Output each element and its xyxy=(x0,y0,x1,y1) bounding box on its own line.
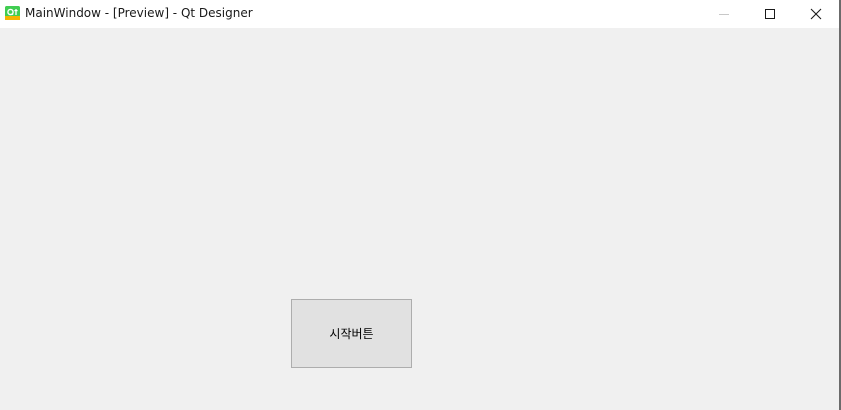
minimize-button[interactable] xyxy=(701,0,747,28)
close-button[interactable] xyxy=(793,0,839,28)
close-icon xyxy=(810,8,822,20)
main-window: MainWindow - [Preview] - Qt Designer 시작버… xyxy=(0,0,841,410)
start-button[interactable]: 시작버튼 xyxy=(291,299,412,368)
window-title: MainWindow - [Preview] - Qt Designer xyxy=(25,6,253,20)
start-button-label: 시작버튼 xyxy=(329,327,374,341)
central-widget: 시작버튼 xyxy=(0,28,839,410)
maximize-icon xyxy=(765,9,775,19)
maximize-button[interactable] xyxy=(747,0,793,28)
title-bar[interactable]: MainWindow - [Preview] - Qt Designer xyxy=(0,0,839,28)
minimize-icon xyxy=(719,14,729,15)
qt-logo-icon xyxy=(5,6,20,20)
